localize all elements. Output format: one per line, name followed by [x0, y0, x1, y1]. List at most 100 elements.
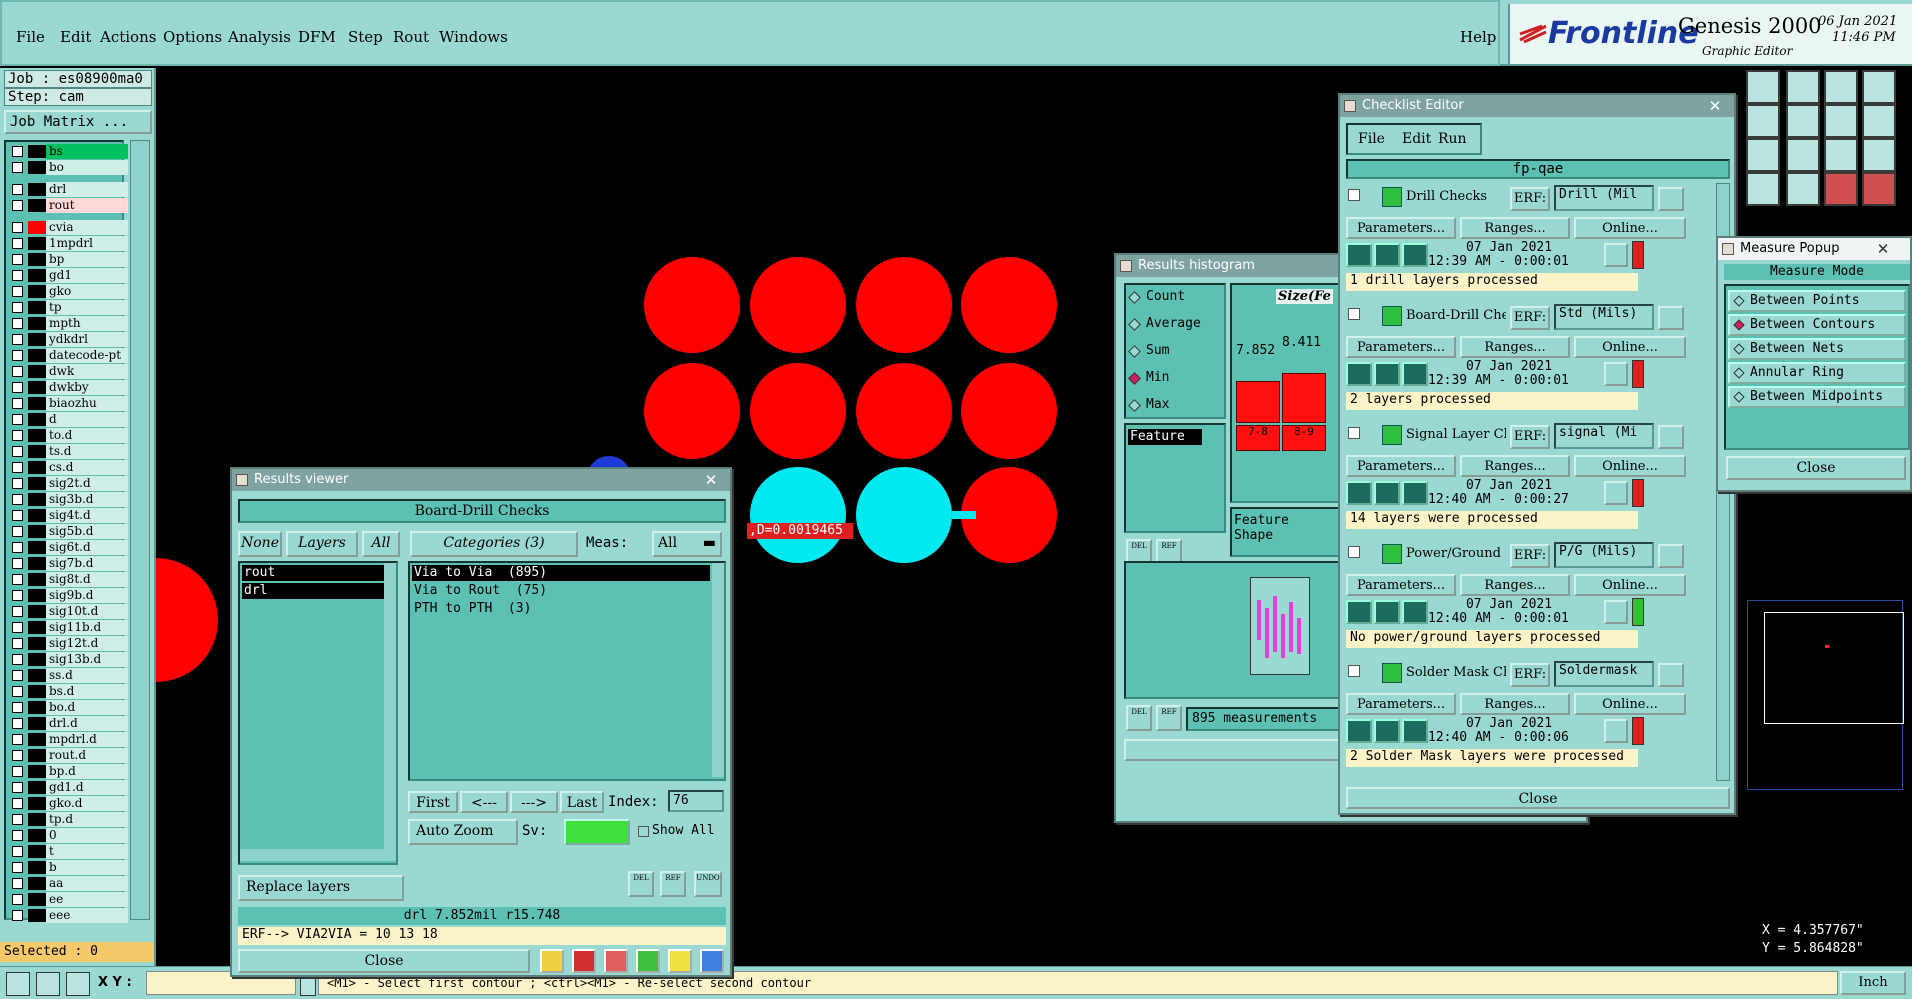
layer-row[interactable]: 0 [8, 828, 128, 843]
meas-select[interactable]: All ▬ [652, 531, 722, 557]
layer-checkbox[interactable] [12, 606, 23, 617]
zoom-icon[interactable] [1604, 243, 1628, 267]
measure-icon[interactable] [36, 972, 60, 996]
del-button-bottom[interactable]: DEL [1126, 705, 1152, 731]
layer-color-swatch[interactable] [28, 365, 46, 378]
layer-color-swatch[interactable] [28, 749, 46, 762]
layer-checkbox[interactable] [12, 798, 23, 809]
histogram-option[interactable]: Max [1128, 395, 1224, 417]
menu-rout[interactable]: Rout [393, 28, 429, 46]
fit-icon[interactable] [1746, 138, 1780, 172]
layers-button[interactable]: Layers [286, 531, 358, 557]
layer-checkbox[interactable] [12, 238, 23, 249]
measure-close-button[interactable]: Close [1726, 456, 1906, 480]
layer-color-swatch[interactable] [28, 461, 46, 474]
histogram-option[interactable]: Count [1128, 287, 1224, 309]
layer-checkbox[interactable] [12, 510, 23, 521]
layer-row[interactable]: bs.d [8, 684, 128, 699]
layer-row[interactable]: aa [8, 876, 128, 891]
replace-layers-select[interactable]: Replace layers [238, 875, 404, 901]
layer-row[interactable]: sig6t.d [8, 540, 128, 555]
layer-checkbox[interactable] [12, 462, 23, 473]
layer-color-swatch[interactable] [28, 161, 46, 174]
layer-checkbox[interactable] [12, 654, 23, 665]
layer-checkbox[interactable] [12, 382, 23, 393]
prev-button[interactable]: <--- [460, 791, 508, 813]
layer-checkbox[interactable] [12, 846, 23, 857]
run-icon[interactable] [1346, 600, 1372, 624]
layer-checkbox[interactable] [12, 910, 23, 921]
run-icon[interactable] [1374, 362, 1400, 386]
layer-checkbox[interactable] [12, 782, 23, 793]
parameters-button[interactable]: Parameters... [1346, 574, 1456, 596]
layer-row[interactable]: eee [8, 908, 128, 923]
check-enabled-checkbox[interactable] [1348, 427, 1360, 439]
run-icon[interactable] [1402, 243, 1428, 267]
menu-dfm[interactable]: DFM [298, 28, 336, 46]
index-input[interactable]: 76 [668, 790, 724, 812]
layer-row[interactable]: ts.d [8, 444, 128, 459]
layer-checkbox[interactable] [12, 222, 23, 233]
parameters-button[interactable]: Parameters... [1346, 693, 1456, 715]
category-item[interactable]: Via to Via (895) [412, 565, 710, 581]
layer-color-swatch[interactable] [28, 429, 46, 442]
checklist-close-button[interactable]: Close [1346, 787, 1730, 809]
units-button[interactable]: Inch [1840, 971, 1906, 995]
run-icon[interactable] [1374, 600, 1400, 624]
layer-checkbox[interactable] [12, 494, 23, 505]
none-button[interactable]: None [238, 531, 282, 557]
menu-help[interactable]: Help [1460, 28, 1496, 46]
report-icon[interactable] [636, 949, 660, 973]
layer-checkbox[interactable] [12, 686, 23, 697]
layer-row[interactable]: to.d [8, 428, 128, 443]
category-item[interactable]: Via to Rout (75) [412, 583, 547, 598]
run-icon[interactable] [1346, 243, 1372, 267]
layer-color-swatch[interactable] [28, 493, 46, 506]
check-enabled-checkbox[interactable] [1348, 308, 1360, 320]
layer-checkbox[interactable] [12, 702, 23, 713]
resize-icon[interactable] [1824, 104, 1858, 138]
layer-item[interactable]: rout [242, 565, 384, 581]
radio-icon[interactable] [1733, 391, 1745, 403]
layer-row[interactable]: bp [8, 252, 128, 267]
layer-color-swatch[interactable] [28, 557, 46, 570]
measure-popup-titlebar[interactable]: Measure Popup ✕ [1718, 238, 1910, 260]
check-enabled-checkbox[interactable] [1348, 546, 1360, 558]
menu-step[interactable]: Step [348, 28, 383, 46]
layer-row[interactable]: biaozhu [8, 396, 128, 411]
show-all-checkbox[interactable] [638, 826, 649, 837]
layer-color-swatch[interactable] [28, 317, 46, 330]
histogram-bar[interactable] [1236, 381, 1280, 423]
close-button[interactable]: Close [238, 949, 530, 973]
next-button[interactable]: ---> [510, 791, 558, 813]
layer-color-swatch[interactable] [28, 637, 46, 650]
online-button[interactable]: Online... [1574, 455, 1686, 477]
zoom-icon[interactable] [1604, 362, 1628, 386]
layers-hscrollbar[interactable] [240, 849, 384, 861]
home-icon[interactable] [1746, 70, 1780, 104]
layer-row[interactable]: drl.d [8, 716, 128, 731]
layer-checkbox[interactable] [12, 670, 23, 681]
erf-input[interactable]: P/G (Mils) [1554, 542, 1654, 568]
layer-checkbox[interactable] [12, 286, 23, 297]
layer-color-swatch[interactable] [28, 397, 46, 410]
layer-color-swatch[interactable] [28, 909, 46, 922]
layer-checkbox[interactable] [12, 254, 23, 265]
layer-row[interactable]: sig7b.d [8, 556, 128, 571]
layer-row[interactable]: ee [8, 892, 128, 907]
layer-checkbox[interactable] [12, 318, 23, 329]
layer-row[interactable]: bo.d [8, 700, 128, 715]
parameters-button[interactable]: Parameters... [1346, 217, 1456, 239]
layers-scrollbar[interactable] [384, 563, 396, 861]
layer-row[interactable]: gd1.d [8, 780, 128, 795]
ref-button[interactable]: REF [660, 871, 686, 897]
layer-color-swatch[interactable] [28, 701, 46, 714]
layer-color-swatch[interactable] [28, 893, 46, 906]
radio-icon[interactable] [1733, 319, 1745, 331]
layer-checkbox[interactable] [12, 862, 23, 873]
histogram-option[interactable]: Min [1128, 368, 1224, 390]
ref-button-bottom[interactable]: REF [1156, 705, 1182, 731]
layer-checkbox[interactable] [12, 574, 23, 585]
close-icon[interactable]: ✕ [698, 469, 724, 489]
undo-button[interactable]: UNDO [694, 871, 722, 897]
